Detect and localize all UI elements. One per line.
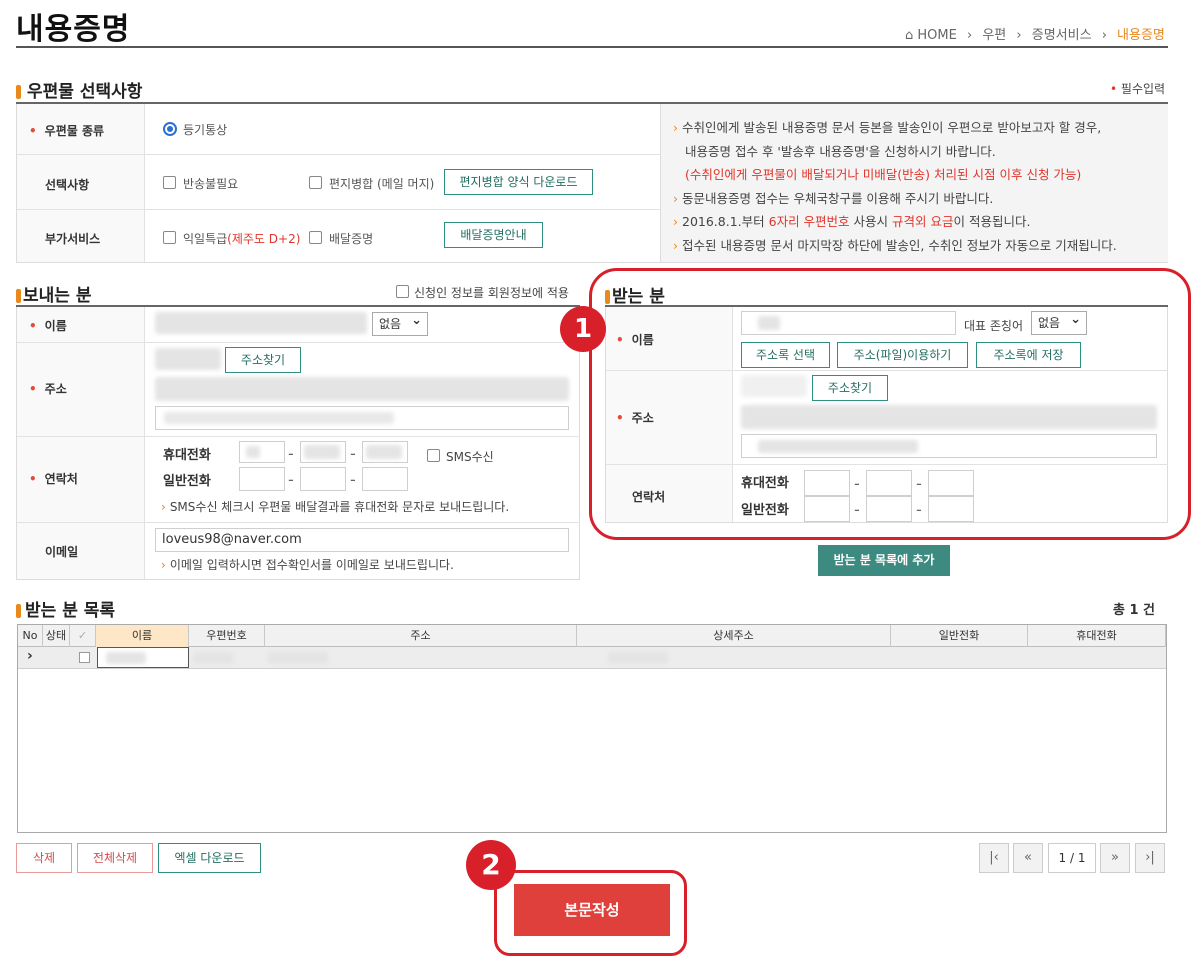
chevron-right-icon: › — [1016, 28, 1022, 43]
sender-phone-1[interactable] — [239, 467, 285, 491]
column-header[interactable]: No — [18, 625, 43, 647]
column-header[interactable]: 일반전화 — [891, 625, 1028, 647]
sender-mobile-1[interactable] — [239, 441, 285, 463]
row-name-cell[interactable] — [97, 647, 189, 668]
email-note: › 이메일 입력하시면 접수확인서를 이메일로 보내드립니다. — [161, 558, 454, 572]
column-header[interactable]: 우편번호 — [189, 625, 265, 647]
note-line: › 2016.8.1.부터 6자리 우편번호 사용시 규격외 요금이 적용됩니다. — [673, 214, 1031, 229]
delete-all-button[interactable]: 전체삭제 — [77, 843, 153, 873]
prev-page-button[interactable]: « — [1013, 843, 1043, 873]
options-section-title: 우편물 선택사항 — [16, 77, 142, 102]
sender-phone-3[interactable] — [362, 467, 408, 491]
email-label: 이메일 — [45, 545, 79, 559]
sender-section-title: 보내는 분 — [16, 281, 91, 306]
mail-merge-checkbox[interactable] — [309, 176, 322, 189]
recipient-grid: No 상태 ✓ 이름 우편번호 주소 상세주소 일반전화 휴대전화 › — [17, 624, 1167, 833]
no-return-checkbox[interactable] — [163, 176, 176, 189]
column-header[interactable]: 주소 — [265, 625, 577, 647]
next-day-label: 익일특급(제주도 D+2) — [183, 232, 301, 246]
options-label: 선택사항 — [45, 178, 90, 192]
page-title: 내용증명 — [16, 12, 131, 47]
breadcrumb-level2[interactable]: 증명서비스 — [1032, 28, 1092, 43]
step-1-badge: 1 — [560, 306, 606, 352]
chevron-right-icon: › — [1101, 28, 1107, 43]
column-header[interactable]: 상세주소 — [577, 625, 891, 647]
section-marker — [16, 85, 21, 99]
receiver-highlight-ring — [589, 268, 1191, 540]
breadcrumb-current: 내용증명 — [1117, 28, 1165, 43]
delivery-proof-label: 배달증명 — [329, 232, 374, 246]
breadcrumb-home[interactable]: HOME — [917, 28, 956, 43]
note-line: › 수취인에게 발송된 내용증명 문서 등본을 발송인이 우편으로 받아보고자 할… — [673, 120, 1102, 135]
column-header[interactable]: 상태 — [43, 625, 70, 647]
sender-mobile-label: 휴대전화 — [163, 448, 211, 463]
chevron-right-icon: › — [967, 28, 973, 43]
merge-download-button[interactable]: 편지병합 양식 다운로드 — [444, 169, 593, 195]
sender-name-input[interactable] — [155, 312, 367, 334]
home-icon[interactable]: ⌂ — [905, 28, 913, 43]
page: 내용증명 ⌂ HOME › 우편 › 증명서비스 › 내용증명 우편물 선택사항… — [0, 0, 1200, 962]
last-page-button[interactable]: ›| — [1135, 843, 1165, 873]
sender-form: •이름 없음 •주소 주소찾기 •연락처 휴대전화 일반전화 - - - - S… — [16, 307, 580, 580]
list-total: 총 1 건 — [1113, 603, 1156, 618]
breadcrumb: ⌂ HOME › 우편 › 증명서비스 › 내용증명 — [905, 24, 1165, 43]
sender-phone-2[interactable] — [300, 467, 346, 491]
column-header[interactable]: ✓ — [70, 625, 96, 647]
required-note: • 필수입력 — [1110, 82, 1166, 96]
mail-type-value: 등기통상 — [183, 123, 228, 137]
next-day-checkbox[interactable] — [163, 231, 176, 244]
mail-type-label: • 우편물 종류 — [29, 124, 105, 138]
header-underline — [16, 46, 1168, 48]
sender-address-input[interactable] — [155, 377, 569, 401]
options-table: • 우편물 종류 등기통상 선택사항 반송불필요 편지병합 (메일 머지) 편지병… — [16, 104, 661, 263]
note-line: 내용증명 접수 후 '발송후 내용증명'을 신청하시기 바랍니다. — [685, 143, 996, 159]
email-input[interactable]: loveus98@naver.com — [155, 528, 569, 552]
sender-honorific-select[interactable]: 없음 — [372, 310, 428, 336]
apply-member-info-checkbox[interactable] — [396, 285, 409, 298]
sender-mobile-3[interactable] — [362, 441, 408, 463]
add-to-list-button[interactable]: 받는 분 목록에 추가 — [818, 545, 950, 576]
mail-type-radio[interactable] — [163, 122, 177, 136]
options-notes-panel: › 수취인에게 발송된 내용증명 문서 등본을 발송인이 우편으로 받아보고자 할… — [661, 104, 1168, 263]
delivery-proof-checkbox[interactable] — [309, 231, 322, 244]
sender-contact-label: • 연락처 — [29, 472, 78, 486]
page-indicator: 1 / 1 — [1048, 843, 1096, 873]
delivery-guide-button[interactable]: 배달증명안내 — [444, 222, 543, 248]
next-page-button[interactable]: » — [1100, 843, 1130, 873]
sms-label: SMS수신 — [446, 450, 494, 464]
mail-merge-label: 편지병합 (메일 머지) — [329, 177, 435, 191]
note-line-red: (수취인에게 우편물이 배달되거나 미배달(반송) 처리된 시점 이후 신청 가… — [685, 167, 1082, 182]
sms-checkbox[interactable] — [427, 449, 440, 462]
table-row[interactable]: › — [18, 647, 1166, 669]
compose-button[interactable]: 본문작성 — [514, 884, 670, 936]
column-header[interactable]: 휴대전화 — [1028, 625, 1166, 647]
step-2-badge: 2 — [466, 840, 516, 890]
column-header[interactable]: 이름 — [96, 625, 189, 647]
apply-member-info-label: 신청인 정보를 회원정보에 적용 — [414, 286, 569, 300]
no-return-label: 반송불필요 — [183, 177, 239, 191]
sender-address-label: • 주소 — [29, 382, 67, 396]
excel-download-button[interactable]: 엑셀 다운로드 — [158, 843, 261, 873]
sender-detail-address-input[interactable] — [155, 406, 569, 430]
sender-find-address-button[interactable]: 주소찾기 — [225, 347, 301, 373]
note-line: › 접수된 내용증명 문서 마지막장 하단에 발송인, 수취인 정보가 자동으로 … — [673, 237, 1117, 253]
sender-zip-input[interactable] — [155, 348, 221, 370]
sender-name-label: • 이름 — [29, 319, 67, 333]
list-section-title: 받는 분 목록 — [16, 596, 115, 621]
delete-button[interactable]: 삭제 — [16, 843, 72, 873]
breadcrumb-level1[interactable]: 우편 — [982, 28, 1006, 43]
addons-label: 부가서비스 — [45, 232, 101, 246]
row-checkbox[interactable] — [79, 652, 90, 663]
sender-phone-label: 일반전화 — [163, 474, 211, 489]
note-line: › 동문내용증명 접수는 우체국창구를 이용해 주시기 바랍니다. — [673, 190, 994, 206]
sender-mobile-2[interactable] — [300, 441, 346, 463]
first-page-button[interactable]: |‹ — [979, 843, 1009, 873]
row-selected-marker: › — [27, 648, 33, 664]
sms-note: › SMS수신 체크시 우편물 배달결과를 휴대전화 문자로 보내드립니다. — [161, 500, 510, 514]
